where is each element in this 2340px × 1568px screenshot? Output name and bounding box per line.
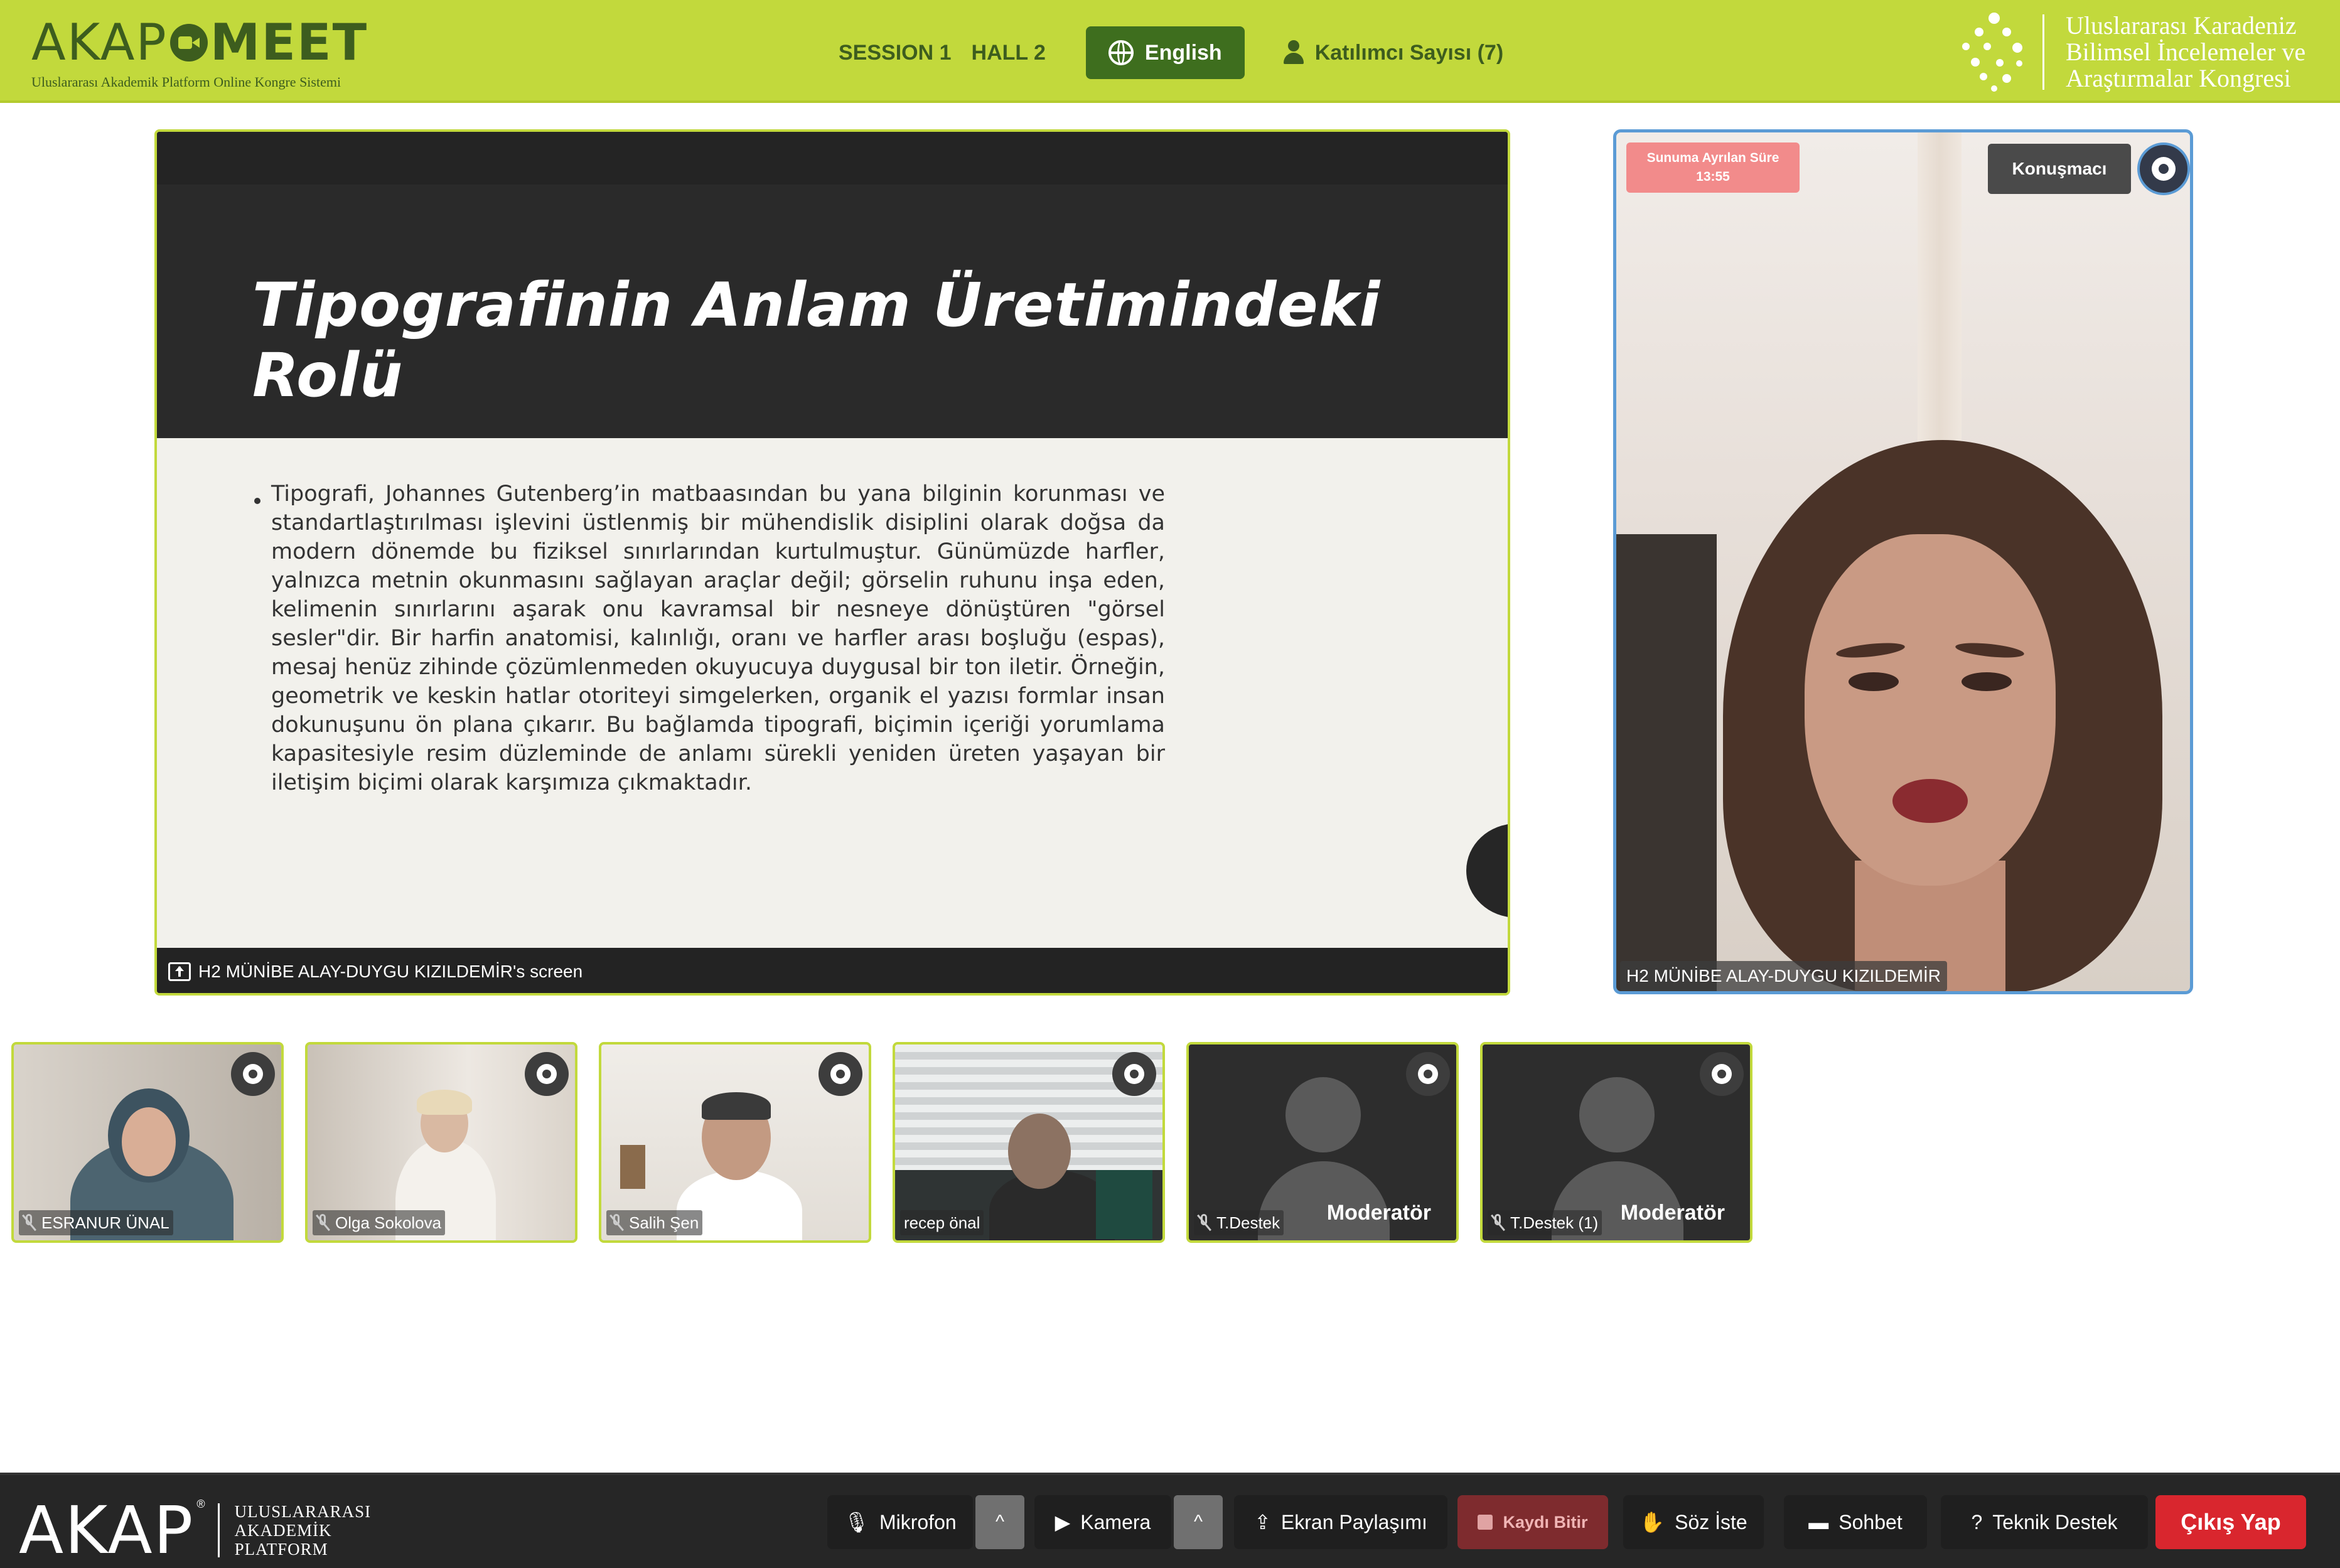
mic-muted-icon [23, 1214, 35, 1232]
participant-settings-button[interactable] [818, 1052, 862, 1096]
tech-support-button[interactable]: ? Teknik Destek [1941, 1495, 2148, 1549]
participant-settings-button[interactable] [1700, 1052, 1744, 1096]
moderator-badge: Moderatör [1620, 1201, 1725, 1225]
speaker-video[interactable]: Sunuma Ayrılan Süre 13:55 Konuşmacı H2 M… [1613, 129, 2193, 994]
slide-title: Tipografinin Anlam Üretimindeki Rolü [252, 270, 1381, 411]
top-header: AKAP MEET Uluslararası Akademik Platform… [0, 0, 2340, 103]
help-icon: ? [1971, 1510, 1983, 1533]
stop-recording-button[interactable]: Kaydı Bitir [1457, 1495, 1608, 1549]
participant-settings-button[interactable] [231, 1052, 275, 1096]
logo-subtitle: Uluslararası Akademik Platform Online Ko… [31, 74, 341, 90]
participant-tile[interactable]: recep önal [893, 1042, 1165, 1243]
speaker-role-badge: Konuşmacı [1988, 144, 2131, 194]
participant-settings-button[interactable] [1406, 1052, 1450, 1096]
header-nav: SESSION 1 HALL 2 English Katılımcı Sayıs… [839, 26, 1503, 79]
slide-paragraph: Tipografi, Johannes Gutenberg’in matbaas… [271, 481, 1165, 795]
chat-icon: ▬ [1808, 1510, 1829, 1533]
mic-muted-icon [1491, 1214, 1504, 1232]
participant-tile[interactable]: T.Destek Moderatör [1186, 1042, 1459, 1243]
congress-logo: Uluslararası Karadeniz Bilimsel İnceleme… [1958, 11, 2305, 93]
participant-tile[interactable]: ESRANUR ÜNAL [11, 1042, 284, 1243]
moderator-badge: Moderatör [1326, 1201, 1431, 1225]
participant-name: ESRANUR ÜNAL [19, 1210, 173, 1235]
hand-icon: ✋ [1640, 1511, 1665, 1533]
mic-muted-icon [1198, 1214, 1210, 1232]
chevron-up-icon: ^ [1193, 1512, 1203, 1532]
screen-share-button[interactable]: ⇪ Ekran Paylaşımı [1234, 1495, 1447, 1549]
dna-dots-icon [1958, 11, 2027, 93]
microphone-options-button[interactable]: ^ [975, 1495, 1024, 1549]
akapmeet-logo: AKAP MEET Uluslararası Akademik Platform… [31, 18, 368, 90]
presentation-timer: Sunuma Ayrılan Süre 13:55 [1626, 142, 1800, 193]
participant-name: recep önal [900, 1210, 984, 1235]
screen-share-icon: ⇪ [1254, 1511, 1271, 1533]
bullet-icon [254, 498, 260, 504]
participant-name: T.Destek [1194, 1210, 1284, 1235]
chat-button[interactable]: ▬ Sohbet [1784, 1495, 1927, 1549]
microphone-button[interactable]: 🎙 Mikrofon [827, 1495, 973, 1549]
participant-count[interactable]: Katılımcı Sayısı (7) [1282, 40, 1503, 65]
participant-count-label: Katılımcı Sayısı (7) [1314, 40, 1504, 65]
avatar [1579, 1077, 1655, 1152]
camera-off-icon: ▶ [1055, 1511, 1071, 1533]
participant-tile[interactable]: Olga Sokolova [305, 1042, 577, 1243]
session-label: SESSION 1 [839, 40, 952, 65]
globe-icon [1108, 40, 1134, 65]
gear-icon [2152, 157, 2176, 181]
logo-akap: AKAP [31, 13, 168, 72]
participant-name: Olga Sokolova [313, 1210, 446, 1235]
gear-icon [830, 1064, 851, 1084]
akap-footer-logo: AKAP ® ULUSLARARASI AKADEMİK PLATFORM [19, 1492, 372, 1568]
person-icon [1282, 40, 1305, 65]
slide-body: Tipografi, Johannes Gutenberg’in matbaas… [157, 438, 1508, 948]
camera-options-button[interactable]: ^ [1174, 1495, 1223, 1549]
screen-share-icon [168, 962, 191, 981]
camera-logo-icon [169, 24, 208, 62]
logo-meet: MEET [210, 13, 368, 72]
avatar [1285, 1077, 1361, 1152]
raise-hand-button[interactable]: ✋ Söz İste [1623, 1495, 1764, 1549]
screen-share-label: H2 MÜNİBE ALAY-DUYGU KIZILDEMİR's screen [157, 948, 1508, 993]
gear-icon [243, 1064, 263, 1084]
participant-settings-button[interactable] [1112, 1052, 1156, 1096]
camera-button[interactable]: ▶ Kamera [1034, 1495, 1171, 1549]
gear-icon [1712, 1064, 1732, 1084]
mic-muted-icon: 🎙 [844, 1511, 869, 1533]
participant-tile[interactable]: Salih Şen [599, 1042, 871, 1243]
participant-name: Salih Şen [606, 1210, 703, 1235]
speaker-settings-button[interactable] [2137, 142, 2190, 195]
participant-name: T.Destek (1) [1488, 1210, 1602, 1235]
gear-icon [1124, 1064, 1144, 1084]
congress-title: Uluslararası Karadeniz Bilimsel İnceleme… [2066, 11, 2306, 92]
language-button[interactable]: English [1085, 26, 1245, 79]
timer-value: 13:55 [1696, 169, 1730, 184]
stop-icon [1478, 1515, 1493, 1530]
mic-muted-icon [316, 1214, 329, 1232]
exit-button[interactable]: Çıkış Yap [2155, 1495, 2306, 1549]
speaker-name: H2 MÜNİBE ALAY-DUYGU KIZILDEMİR [1620, 961, 1948, 991]
participant-tile[interactable]: T.Destek (1) Moderatör [1480, 1042, 1752, 1243]
mic-muted-icon [610, 1214, 623, 1232]
language-label: English [1144, 40, 1222, 65]
hall-label: HALL 2 [971, 40, 1046, 65]
gear-icon [1418, 1064, 1438, 1084]
participant-settings-button[interactable] [525, 1052, 569, 1096]
gear-icon [537, 1064, 557, 1084]
screen-share-view[interactable]: Tipografinin Anlam Üretimindeki Rolü Tip… [154, 129, 1510, 996]
chevron-up-icon: ^ [995, 1512, 1005, 1532]
